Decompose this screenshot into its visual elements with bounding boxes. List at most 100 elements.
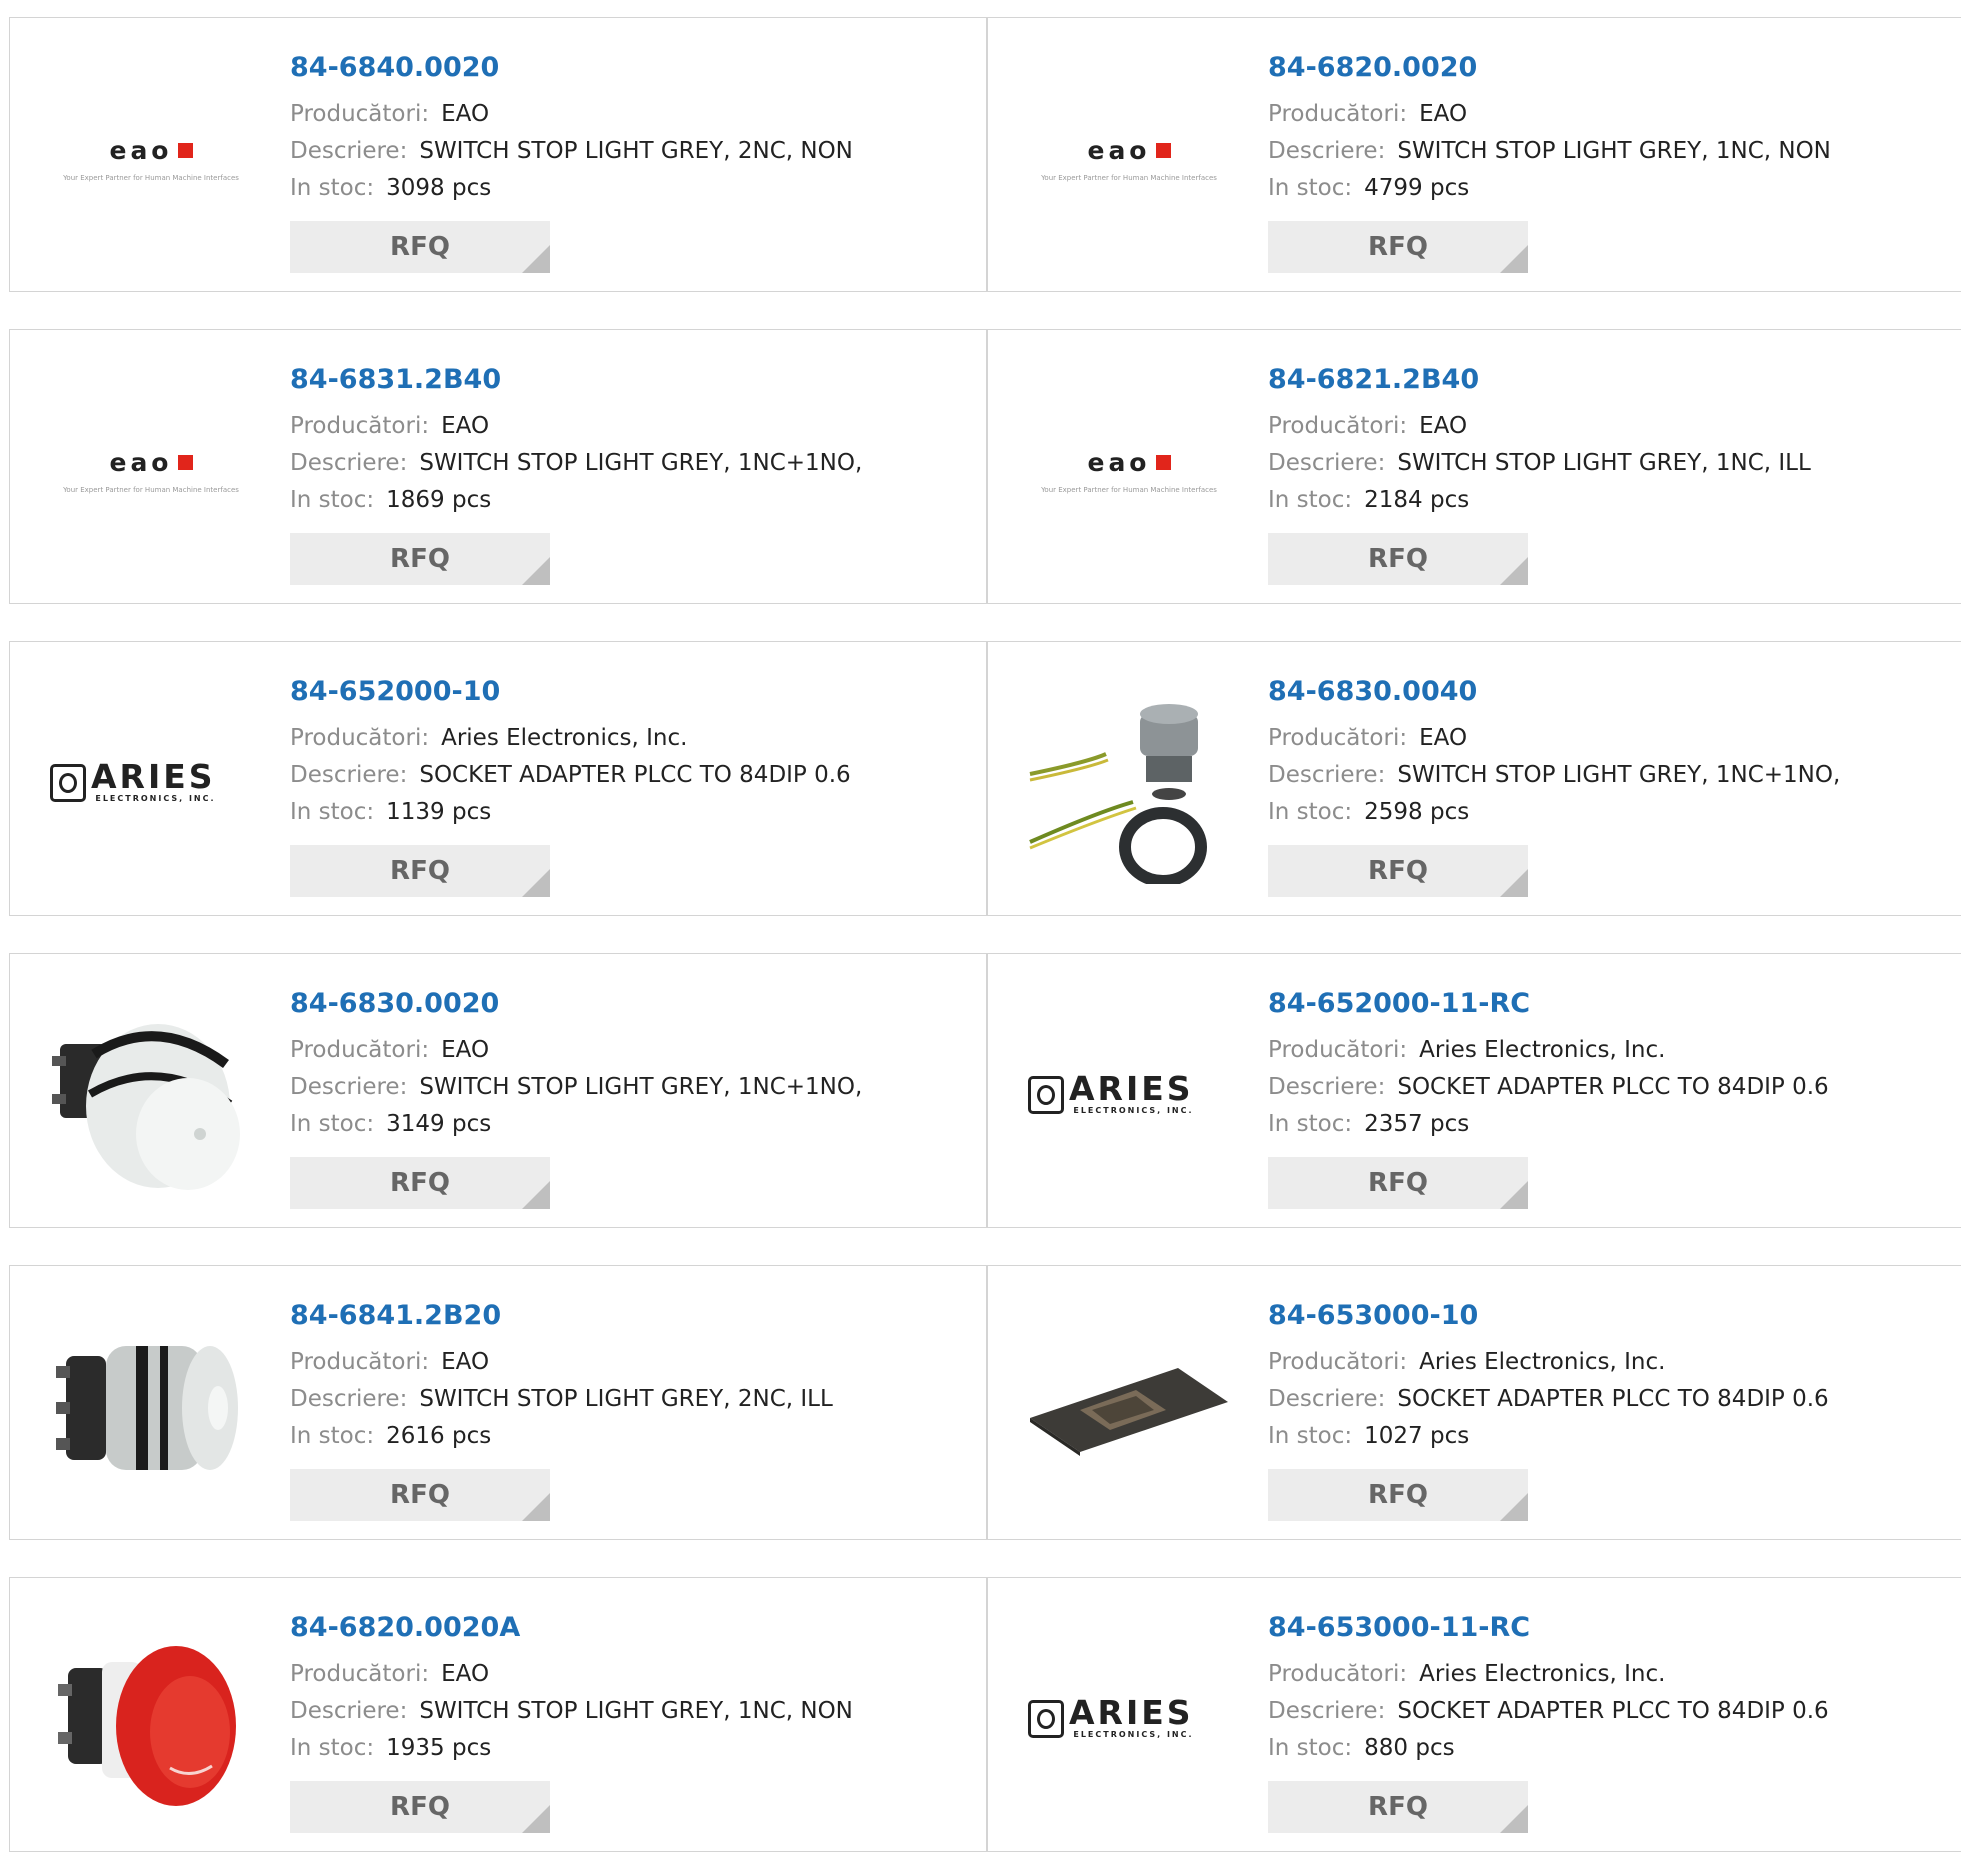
stock-value: 2357 pcs [1364, 1111, 1470, 1137]
rfq-button[interactable]: RFQ [290, 845, 550, 897]
rfq-button[interactable]: RFQ [1268, 1469, 1528, 1521]
description-label: Descriere: [1268, 1386, 1386, 1412]
product-image[interactable] [50, 1306, 252, 1508]
manufacturer-row: Producători: EAO [290, 96, 986, 133]
product-card: 84-6820.0020A Producători: EAO Descriere:… [9, 1577, 987, 1852]
manufacturer-label: Producători: [290, 1661, 430, 1687]
part-number-link[interactable]: 84-6821.2B40 [1268, 362, 1961, 398]
eao-logo-tagline: Your Expert Partner for Human Machine In… [63, 174, 239, 182]
socket-board-image [1030, 1368, 1228, 1456]
stock-row: In stoc: 1139 pcs [290, 794, 986, 831]
stock-label: In stoc: [1268, 175, 1353, 201]
manufacturer-row: Producători: EAO [290, 408, 986, 445]
switch-grey-side-image [56, 1346, 238, 1470]
manufacturer-label: Producători: [1268, 725, 1408, 751]
description-value: SOCKET ADAPTER PLCC TO 84DIP 0.6 [1397, 1074, 1829, 1100]
part-number-link[interactable]: 84-6820.0020 [1268, 50, 1961, 86]
aries-logo: ARIES ELECTRONICS, INC. [50, 760, 252, 803]
description-row: Descriere: SWITCH STOP LIGHT GREY, 1NC+1N… [1268, 757, 1961, 794]
rfq-button[interactable]: RFQ [290, 1469, 550, 1521]
description-row: Descriere: SWITCH STOP LIGHT GREY, 1NC+1N… [290, 1069, 986, 1106]
stock-value: 4799 pcs [1364, 175, 1470, 201]
rfq-button[interactable]: RFQ [290, 533, 550, 585]
part-number-link[interactable]: 84-653000-11-RC [1268, 1610, 1961, 1646]
rfq-button[interactable]: RFQ [1268, 1781, 1528, 1833]
stock-row: In stoc: 2616 pcs [290, 1418, 986, 1455]
stock-label: In stoc: [290, 487, 375, 513]
rfq-button[interactable]: RFQ [290, 1157, 550, 1209]
description-label: Descriere: [290, 450, 408, 476]
rfq-button[interactable]: RFQ [290, 1781, 550, 1833]
product-card: 84-6830.0040 Producători: EAO Descriere: S… [987, 641, 1961, 916]
product-info: 84-652000-10 Producători: Aries Electroni… [290, 674, 986, 897]
stock-value: 1869 pcs [386, 487, 492, 513]
red-square-icon [1155, 455, 1171, 470]
product-image[interactable] [1028, 682, 1230, 884]
aries-logo: ARIES ELECTRONICS, INC. [1028, 1072, 1230, 1115]
part-number-link[interactable]: 84-652000-10 [290, 674, 986, 710]
manufacturer-value: EAO [1419, 725, 1468, 751]
stock-label: In stoc: [1268, 487, 1353, 513]
product-card: ARIES ELECTRONICS, INC. 84-653000-11-RC … [987, 1577, 1961, 1852]
product-image[interactable]: eao Your Expert Partner for Human Machin… [1028, 58, 1230, 260]
corner-triangle-icon [522, 1805, 550, 1833]
red-square-icon [1155, 143, 1171, 158]
stock-value: 1027 pcs [1364, 1423, 1470, 1449]
manufacturer-label: Producători: [290, 101, 430, 127]
part-number-link[interactable]: 84-6830.0040 [1268, 674, 1961, 710]
manufacturer-row: Producători: Aries Electronics, Inc. [1268, 1032, 1961, 1069]
stock-value: 2184 pcs [1364, 487, 1470, 513]
eao-logo: eao Your Expert Partner for Human Machin… [1028, 136, 1230, 182]
description-value: SWITCH STOP LIGHT GREY, 1NC+1NO, [419, 450, 863, 476]
rfq-button[interactable]: RFQ [290, 221, 550, 273]
manufacturer-value: EAO [1419, 413, 1468, 439]
manufacturer-label: Producători: [290, 1349, 430, 1375]
manufacturer-label: Producători: [1268, 413, 1408, 439]
corner-triangle-icon [522, 869, 550, 897]
product-image[interactable]: eao Your Expert Partner for Human Machin… [50, 370, 252, 572]
rfq-button-label: RFQ [390, 1168, 450, 1198]
part-number-link[interactable]: 84-6830.0020 [290, 986, 986, 1022]
manufacturer-row: Producători: EAO [1268, 96, 1961, 133]
stock-label: In stoc: [290, 1111, 375, 1137]
description-row: Descriere: SWITCH STOP LIGHT GREY, 1NC, I… [1268, 445, 1961, 482]
description-row: Descriere: SOCKET ADAPTER PLCC TO 84DIP 0… [290, 757, 986, 794]
part-number-link[interactable]: 84-653000-10 [1268, 1298, 1961, 1334]
corner-triangle-icon [522, 1181, 550, 1209]
manufacturer-value: EAO [441, 1661, 490, 1687]
product-image[interactable] [50, 1618, 252, 1820]
aries-logo: ARIES ELECTRONICS, INC. [1028, 1696, 1230, 1739]
corner-triangle-icon [1500, 557, 1528, 585]
description-label: Descriere: [1268, 138, 1386, 164]
stock-label: In stoc: [290, 1423, 375, 1449]
part-number-link[interactable]: 84-6831.2B40 [290, 362, 986, 398]
corner-triangle-icon [1500, 869, 1528, 897]
stock-value: 2616 pcs [386, 1423, 492, 1449]
aries-logo-sub: ELECTRONICS, INC. [1073, 1730, 1194, 1739]
rfq-button[interactable]: RFQ [1268, 533, 1528, 585]
description-row: Descriere: SOCKET ADAPTER PLCC TO 84DIP 0… [1268, 1381, 1961, 1418]
product-image[interactable]: eao Your Expert Partner for Human Machin… [1028, 370, 1230, 572]
rfq-button[interactable]: RFQ [1268, 221, 1528, 273]
manufacturer-value: Aries Electronics, Inc. [441, 725, 688, 751]
rfq-button[interactable]: RFQ [1268, 845, 1528, 897]
manufacturer-value: EAO [441, 101, 490, 127]
product-image[interactable] [50, 994, 252, 1196]
part-number-link[interactable]: 84-6840.0020 [290, 50, 986, 86]
manufacturer-label: Producători: [290, 725, 430, 751]
corner-triangle-icon [522, 245, 550, 273]
part-number-link[interactable]: 84-6841.2B20 [290, 1298, 986, 1334]
part-number-link[interactable]: 84-6820.0020A [290, 1610, 986, 1646]
product-image[interactable]: ARIES ELECTRONICS, INC. [1028, 994, 1230, 1196]
part-number-link[interactable]: 84-652000-11-RC [1268, 986, 1961, 1022]
red-square-icon [177, 455, 193, 470]
product-image[interactable]: ARIES ELECTRONICS, INC. [50, 682, 252, 884]
stock-label: In stoc: [290, 175, 375, 201]
product-image[interactable]: eao Your Expert Partner for Human Machin… [50, 58, 252, 260]
manufacturer-value: Aries Electronics, Inc. [1419, 1661, 1666, 1687]
rfq-button-label: RFQ [1368, 1480, 1428, 1510]
product-image[interactable] [1028, 1306, 1230, 1508]
rfq-button[interactable]: RFQ [1268, 1157, 1528, 1209]
manufacturer-label: Producători: [290, 1037, 430, 1063]
product-image[interactable]: ARIES ELECTRONICS, INC. [1028, 1618, 1230, 1820]
